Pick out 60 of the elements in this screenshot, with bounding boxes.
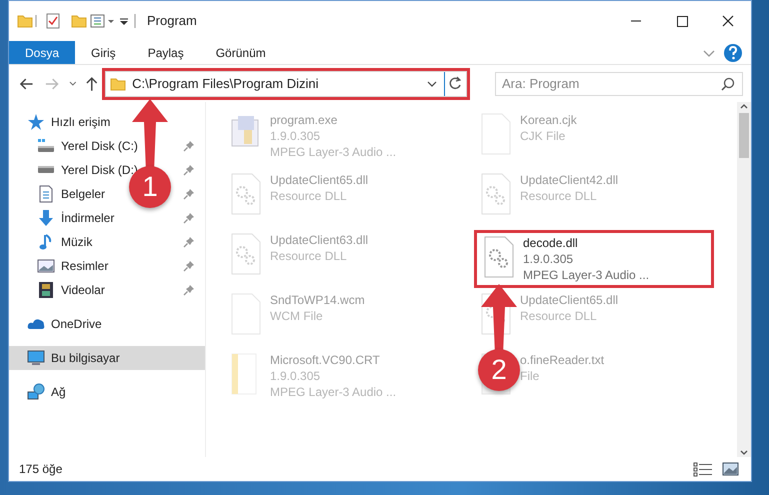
maximize-icon bbox=[676, 14, 688, 28]
ribbon-tab[interactable]: Görünüm bbox=[200, 41, 282, 64]
pin-icon[interactable] bbox=[183, 212, 195, 224]
file-detail: MPEG Layer-3 Audio ... bbox=[270, 144, 396, 160]
drive-icon bbox=[37, 166, 55, 174]
file-detail: Resource DLL bbox=[520, 308, 598, 324]
file-detail: CJK File bbox=[520, 128, 566, 144]
file-detail: Resource DLL bbox=[520, 188, 598, 204]
sidebar-item[interactable]: Bu bilgisayar bbox=[9, 346, 205, 370]
item-count: 175 öğe bbox=[19, 461, 64, 478]
sidebar-item[interactable]: Videolar bbox=[61, 283, 105, 297]
file-detail: File bbox=[520, 368, 540, 384]
pin-icon[interactable] bbox=[183, 284, 195, 296]
file-detail: 1.9.0.305 bbox=[523, 251, 574, 267]
file-detail: MPEG Layer-3 Audio ... bbox=[270, 384, 396, 400]
file-detail: 1.9.0.305 bbox=[270, 128, 322, 144]
sidebar-label: Bu bilgisayar bbox=[51, 351, 120, 365]
sidebar-item[interactable]: OneDrive bbox=[51, 317, 102, 331]
download-arrow-icon bbox=[37, 209, 55, 227]
large-icons-view-icon[interactable] bbox=[721, 461, 741, 477]
ribbon-tab[interactable]: Dosya bbox=[9, 41, 76, 64]
pin-icon[interactable] bbox=[183, 188, 195, 200]
window-title: Program bbox=[147, 12, 197, 30]
file-detail: Resource DLL bbox=[270, 188, 348, 204]
search-field[interactable]: Ara: Program bbox=[494, 72, 743, 96]
film-icon bbox=[37, 281, 55, 299]
details-view-icon[interactable] bbox=[693, 461, 713, 477]
file-detail: Resource DLL bbox=[270, 248, 348, 264]
properties-icon[interactable] bbox=[89, 13, 117, 29]
scroll-down-icon[interactable] bbox=[739, 449, 749, 457]
network-icon bbox=[27, 383, 45, 401]
close-icon bbox=[722, 14, 734, 28]
folder-icon bbox=[110, 76, 126, 92]
sidebar-item[interactable]: Hızlı erişim bbox=[51, 115, 110, 129]
pin-icon[interactable] bbox=[183, 164, 195, 176]
address-path: C:\Program Files\Program Dizini bbox=[132, 74, 320, 93]
monitor-icon bbox=[27, 349, 45, 367]
pin-icon[interactable] bbox=[183, 236, 195, 248]
sidebar-item[interactable]: Belgeler bbox=[61, 187, 106, 201]
search-icon bbox=[720, 76, 735, 90]
sidebar-item[interactable]: Müzik bbox=[61, 235, 92, 249]
drive-icon bbox=[37, 137, 55, 155]
star-icon bbox=[27, 113, 45, 131]
help-icon[interactable] bbox=[721, 41, 745, 65]
ribbon-tab[interactable]: Giriş bbox=[75, 41, 132, 64]
scrollbar-thumb[interactable] bbox=[739, 113, 749, 158]
sidebar-item[interactable]: Ağ bbox=[51, 385, 66, 399]
pin-icon[interactable] bbox=[183, 140, 195, 152]
sidebar-item[interactable]: Resimler bbox=[61, 259, 108, 273]
sidebar-item[interactable]: Yerel Disk (C:) bbox=[61, 139, 138, 153]
ribbon-tab[interactable]: Paylaş bbox=[132, 41, 200, 64]
picture-icon bbox=[37, 257, 55, 275]
file-detail: MPEG Layer-3 Audio ... bbox=[523, 267, 650, 283]
file-detail: 1.9.0.305 bbox=[270, 368, 322, 384]
pin-icon[interactable] bbox=[183, 260, 195, 272]
document-icon bbox=[37, 185, 55, 203]
scroll-up-icon[interactable] bbox=[739, 102, 749, 110]
sidebar-item[interactable]: İndirmeler bbox=[61, 211, 114, 225]
file-name[interactable]: decode.dll bbox=[523, 235, 650, 251]
file-detail: WCM File bbox=[270, 308, 324, 324]
